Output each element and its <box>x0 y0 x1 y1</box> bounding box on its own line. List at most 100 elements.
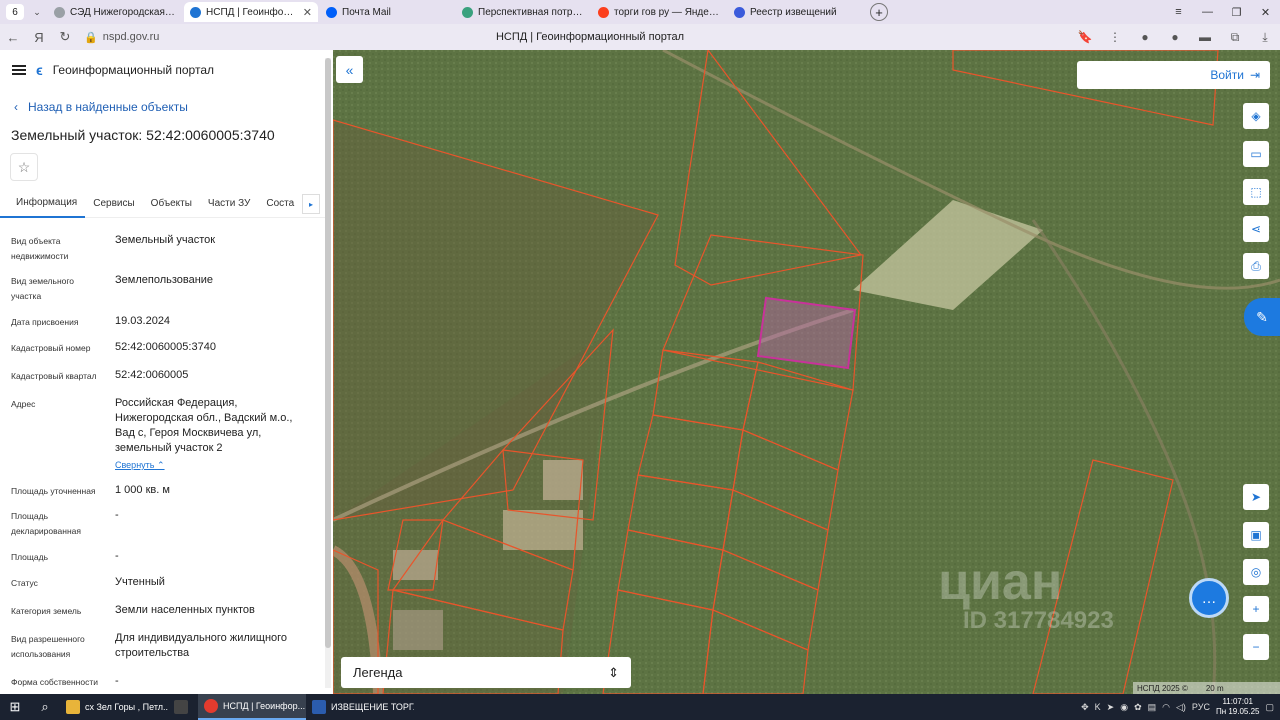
tab-close-icon[interactable]: ✕ <box>303 6 312 19</box>
legend-dropdown[interactable]: Легенда ⇕ <box>341 657 631 688</box>
print-button[interactable]: ⎙ <box>1243 253 1269 279</box>
notifications-icon[interactable]: ▢ <box>1265 702 1274 713</box>
windows-taskbar: ⊞ ⌕ сх Зел Горы , Петл... НСПД | Геоинфо… <box>0 694 1280 720</box>
bookmark-icon[interactable]: 🔖 <box>1070 30 1100 44</box>
tab-objects[interactable]: Объекты <box>143 190 200 218</box>
property-label: Площадь декларированная <box>11 511 81 536</box>
back-arrow-icon[interactable]: ← <box>0 30 26 45</box>
volume-icon[interactable]: ◁) <box>1176 702 1186 713</box>
browser-tab[interactable]: Перспективная потребн <box>456 2 590 22</box>
lock-icon: 🔒 <box>84 31 98 44</box>
zoom-in-button[interactable]: + <box>1243 596 1269 622</box>
tab-label: СЭД Нижегородская обл <box>70 6 176 18</box>
property-label: Кадастровый номер <box>11 343 91 353</box>
restore-icon[interactable]: ❐ <box>1222 6 1251 19</box>
locate-button[interactable]: ➤ <box>1243 484 1269 510</box>
navigation-arrow-icon: ➤ <box>1250 490 1262 504</box>
wifi-icon[interactable]: ◠ <box>1162 702 1170 713</box>
login-button[interactable]: Войти ⇥ <box>1077 61 1270 89</box>
more-icon[interactable]: ⋮ <box>1100 30 1130 44</box>
login-label: Войти <box>1210 68 1244 82</box>
property-label: Форма собственности <box>11 677 98 687</box>
taskbar-app-active[interactable]: НСПД | Геоинфор... <box>198 694 306 720</box>
select-area-button[interactable]: ⬚ <box>1243 179 1269 205</box>
extension-icon[interactable]: ● <box>1130 30 1160 44</box>
share-button[interactable]: ⋖ <box>1243 216 1269 242</box>
property-value: 52:42:0060005:3740 <box>115 341 216 353</box>
property-label: Площадь уточненная <box>11 486 96 496</box>
property-label: Дата присвоения <box>11 317 79 327</box>
tray-icon[interactable]: ✥ <box>1081 702 1089 713</box>
tabs-dropdown-icon[interactable]: ⌄ <box>28 4 46 20</box>
taskbar-app[interactable]: ИЗВЕЩЕНИЕ ТОРГ... <box>306 694 414 720</box>
property-label: Адрес <box>11 399 36 409</box>
tray-icon[interactable]: ▤ <box>1148 702 1157 713</box>
tray-icon[interactable]: ◉ <box>1120 702 1128 713</box>
tab-favicon-icon <box>190 6 201 18</box>
collapse-panel-button[interactable]: « <box>336 56 363 83</box>
tray-icon[interactable]: K <box>1095 702 1101 712</box>
extension-icon[interactable]: ⧉ <box>1220 30 1250 45</box>
extension-icon[interactable]: ▬ <box>1190 30 1220 44</box>
new-tab-button[interactable]: + <box>870 3 888 21</box>
browser-tab[interactable]: торги гов ру — Яндекс: н <box>592 2 726 22</box>
property-value: - <box>115 550 119 562</box>
url-field[interactable]: 🔒 nspd.gov.ru <box>84 28 159 46</box>
property-value: Учтенный <box>115 576 165 588</box>
tab-services[interactable]: Сервисы <box>85 190 142 218</box>
page-title: НСПД | Геоинформационный портал <box>495 31 685 43</box>
tabs-scroll-right-icon[interactable]: ▸ <box>302 194 320 214</box>
zoom-out-button[interactable]: − <box>1243 634 1269 660</box>
chat-button[interactable]: … <box>1189 578 1229 618</box>
property-value: 1 000 кв. м <box>115 484 170 496</box>
browser-tab-active[interactable]: НСПД | Геоинформац ✕ <box>184 2 318 22</box>
property-value: - <box>115 675 119 687</box>
tab-count-button[interactable]: 6 <box>6 4 24 20</box>
tab-composition[interactable]: Соста <box>258 190 302 218</box>
back-to-results-link[interactable]: ‹ Назад в найденные объекты <box>14 100 188 114</box>
layers-button[interactable]: ◈ <box>1243 103 1269 129</box>
taskbar-app[interactable] <box>168 694 198 720</box>
taskbar-app[interactable]: сх Зел Горы , Петл... <box>60 694 168 720</box>
tab-label: Перспективная потребн <box>478 6 584 18</box>
minimap-button[interactable]: ▣ <box>1243 522 1269 548</box>
system-clock[interactable]: 11:07:01 Пн 19.05.25 <box>1216 697 1260 717</box>
windows-start-icon[interactable]: ⊞ <box>0 699 30 715</box>
search-icon[interactable]: ⌕ <box>30 699 60 715</box>
geolocation-icon: ◎ <box>1250 565 1262 579</box>
geolocation-button[interactable]: ◎ <box>1243 559 1269 585</box>
property-value: Земли населенных пунктов <box>115 604 255 616</box>
property-label: Вид объекта недвижимости <box>11 236 69 261</box>
tab-information[interactable]: Информация <box>0 190 86 218</box>
panel-scrollbar[interactable] <box>325 58 331 688</box>
tab-favicon-icon <box>54 6 65 18</box>
feedback-icon: ✎ <box>1256 308 1268 325</box>
telegram-icon[interactable]: ➤ <box>1107 702 1115 713</box>
yandex-icon[interactable]: Я <box>26 30 52 45</box>
collapse-link[interactable]: Свернуть ⌃ <box>115 460 165 471</box>
browser-tab[interactable]: Почта Mail <box>320 2 454 22</box>
minimap-icon: ▣ <box>1250 528 1262 542</box>
back-link-label: Назад в найденные объекты <box>28 100 188 114</box>
measure-button[interactable]: ▭ <box>1243 141 1269 167</box>
feedback-tab[interactable]: ✎ <box>1244 298 1280 336</box>
download-icon[interactable]: ⤓ <box>1250 30 1280 45</box>
favorite-star-button[interactable]: ☆ <box>10 153 38 181</box>
word-icon <box>312 700 326 714</box>
tray-icon[interactable]: ✿ <box>1134 702 1142 713</box>
hamburger-menu-icon[interactable] <box>12 65 26 75</box>
menu-icon[interactable]: ≡ <box>1164 6 1193 18</box>
object-info-panel: ϵ Геоинформационный портал ‹ Назад в най… <box>0 50 333 694</box>
language-indicator[interactable]: РУС <box>1192 702 1210 712</box>
close-window-icon[interactable]: ✕ <box>1251 6 1280 19</box>
scale-text: 20 m <box>1205 683 1224 693</box>
map-view[interactable]: « Войти ⇥ ◈ ▭ ⬚ ⋖ ⎙ ✎ ➤ ▣ ◎ + − … циан I… <box>333 50 1280 694</box>
tab-favicon-icon <box>734 6 745 18</box>
reload-icon[interactable]: ↻ <box>52 29 78 45</box>
minimize-icon[interactable]: — <box>1193 6 1222 18</box>
tab-parts[interactable]: Части ЗУ <box>200 190 258 218</box>
scrollbar-thumb[interactable] <box>325 58 331 648</box>
extension-icon[interactable]: ● <box>1160 30 1190 44</box>
browser-tab[interactable]: СЭД Нижегородская обл <box>48 2 182 22</box>
browser-tab[interactable]: Реестр извещений <box>728 2 862 22</box>
